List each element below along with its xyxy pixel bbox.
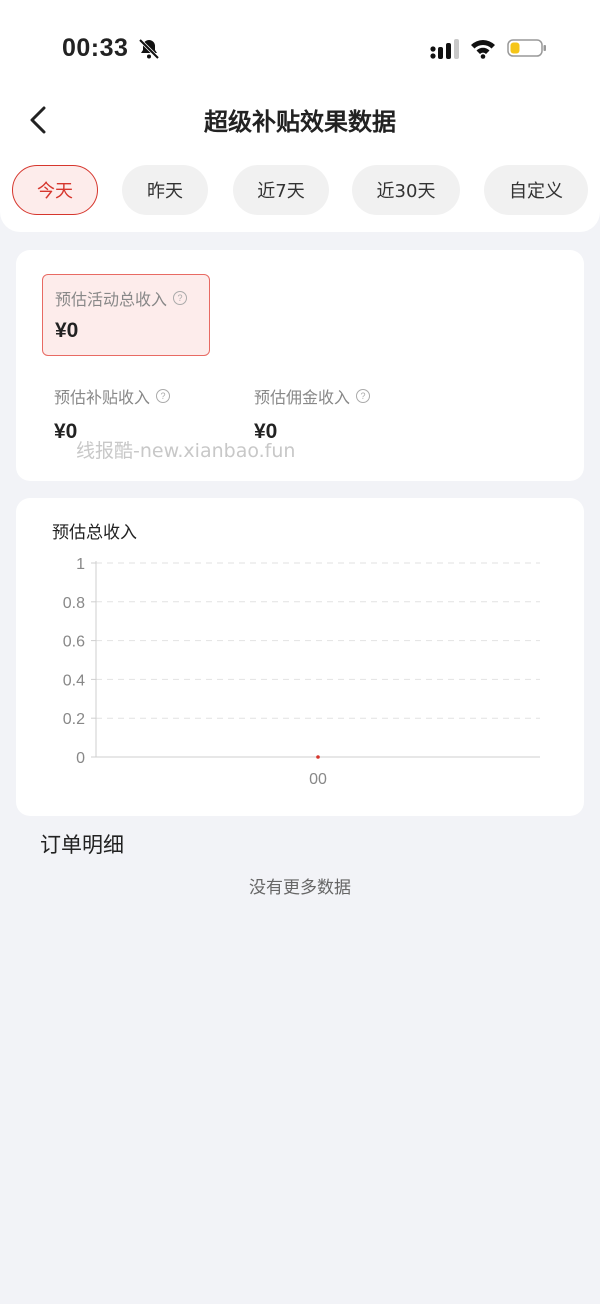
- help-icon[interactable]: ?: [173, 291, 188, 305]
- watermark-text: 线报酷-new.xianbao.fun: [76, 440, 296, 462]
- tab-custom[interactable]: 自定义: [484, 165, 588, 215]
- y-tick-label: 0: [76, 750, 85, 767]
- y-tick-label: 0.6: [63, 634, 85, 651]
- commission-income-label: 预估佣金收入 ?: [254, 384, 444, 408]
- subsidy-income-value: ¥0: [54, 420, 78, 443]
- battery-icon: [507, 39, 546, 57]
- tab-last-7-days[interactable]: 近7天: [233, 165, 329, 215]
- income-chart-card: 预估总收入 1 0.8 0.6 0.4 0.2 0 00: [16, 498, 584, 816]
- order-details-title: 订单明细: [40, 833, 124, 857]
- chart-title: 预估总收入: [52, 523, 137, 543]
- help-icon[interactable]: ?: [356, 389, 371, 403]
- tab-last-30-days[interactable]: 近30天: [352, 165, 460, 215]
- cellular-signal-icon: [430, 39, 459, 59]
- header-area: 00:33 超级补贴效果数据 今天 昨天 近7天 近30天 自定义: [0, 0, 600, 232]
- x-tick-label: 00: [309, 771, 327, 788]
- nav-bar: 超级补贴效果数据: [0, 92, 600, 144]
- total-income-stat[interactable]: 预估活动总收入 ? ¥0: [42, 274, 210, 356]
- tab-yesterday[interactable]: 昨天: [122, 165, 208, 215]
- bell-muted-icon: [138, 38, 160, 60]
- empty-state-text: 没有更多数据: [249, 878, 351, 898]
- subsidy-income-label: 预估补贴收入 ?: [54, 384, 244, 408]
- total-income-label: 预估活动总收入 ?: [55, 286, 188, 310]
- income-summary-card: 预估活动总收入 ? ¥0 预估补贴收入 ? ¥0 预估佣金收入 ? ¥0 线报酷…: [16, 250, 584, 481]
- page-title: 超级补贴效果数据: [204, 108, 396, 136]
- income-line-chart: 10.80.60.40.2000: [63, 556, 540, 788]
- date-range-tabs: 今天 昨天 近7天 近30天 自定义: [12, 165, 592, 217]
- y-tick-label: 0.4: [63, 672, 85, 689]
- status-bar: 00:33: [0, 0, 600, 96]
- wifi-icon: [471, 40, 495, 59]
- total-income-value: ¥0: [55, 319, 79, 342]
- y-tick-label: 0.8: [63, 595, 85, 612]
- status-time: 00:33: [62, 34, 129, 62]
- y-tick-label: 0.2: [63, 711, 85, 728]
- tab-today[interactable]: 今天: [12, 165, 98, 215]
- help-icon[interactable]: ?: [156, 389, 171, 403]
- y-tick-label: 1: [76, 556, 85, 573]
- data-point: [316, 755, 320, 759]
